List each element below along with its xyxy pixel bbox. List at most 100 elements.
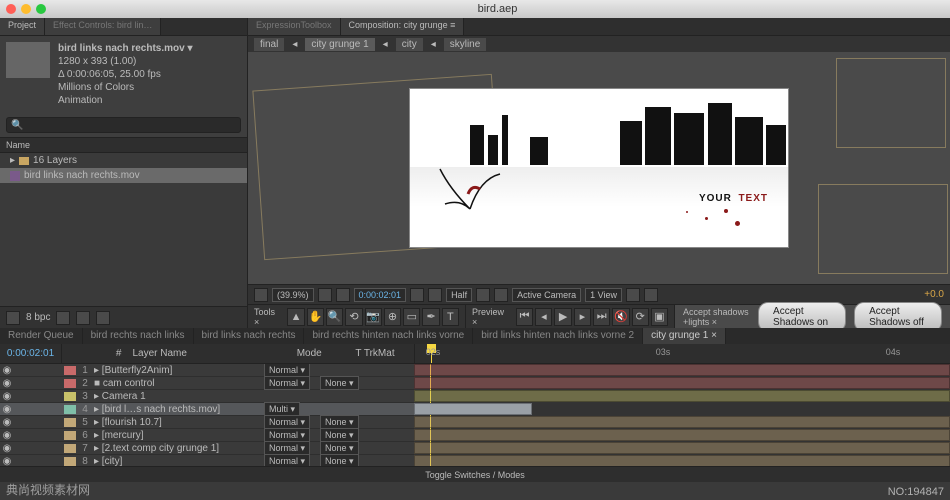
- delete-button[interactable]: [96, 311, 110, 325]
- new-folder-button[interactable]: [76, 311, 90, 325]
- accept-shadows-off-button[interactable]: Accept Shadows off: [854, 302, 942, 332]
- new-comp-button[interactable]: [56, 311, 70, 325]
- label-color[interactable]: [64, 405, 76, 414]
- trkmat-dropdown[interactable]: None ▾: [320, 454, 359, 467]
- layer-name[interactable]: ▸ [bird l…s nach rechts.mov]: [92, 404, 264, 415]
- visibility-toggle[interactable]: ◉: [0, 404, 14, 415]
- tab-expression-toolbox[interactable]: ExpressionToolbox: [248, 18, 341, 35]
- layer-duration-bar[interactable]: [414, 403, 532, 415]
- visibility-toggle[interactable]: ◉: [0, 365, 14, 376]
- interpret-footage-button[interactable]: [6, 311, 20, 325]
- pen-tool[interactable]: ✒: [422, 308, 439, 326]
- timeline-tab[interactable]: bird links hinten nach links vorne 2: [473, 328, 643, 344]
- project-column-header[interactable]: Name: [0, 137, 247, 153]
- zoom-tool[interactable]: 🔍: [326, 308, 343, 326]
- layer-duration-bar[interactable]: [414, 442, 950, 454]
- time-ruler[interactable]: 02s03s04s: [414, 344, 950, 363]
- tab-effect-controls[interactable]: Effect Controls: bird lin…: [45, 18, 161, 35]
- label-color[interactable]: [64, 418, 76, 427]
- current-time[interactable]: 0:00:02:01: [354, 288, 407, 302]
- tab-composition[interactable]: Composition: city grunge ≡: [341, 18, 465, 35]
- blend-mode-dropdown[interactable]: Normal ▾: [264, 454, 310, 467]
- layer-name[interactable]: ▸ [Butterfly2Anim]: [92, 365, 264, 376]
- timeline-layer-row[interactable]: ◉3▸ Camera 1: [0, 390, 414, 403]
- breadcrumb-item[interactable]: city: [396, 38, 423, 51]
- selection-tool[interactable]: ▲: [287, 308, 304, 326]
- ram-preview-button[interactable]: ▣: [651, 308, 668, 326]
- rotation-tool[interactable]: ⟲: [345, 308, 362, 326]
- visibility-toggle[interactable]: ◉: [0, 456, 14, 467]
- trkmat-dropdown[interactable]: None ▾: [320, 376, 359, 390]
- visibility-toggle[interactable]: ◉: [0, 417, 14, 428]
- breadcrumb-item[interactable]: skyline: [444, 38, 487, 51]
- exposure-value[interactable]: +0.0: [924, 289, 944, 300]
- blend-mode-dropdown[interactable]: Normal ▾: [264, 415, 310, 429]
- project-folder-row[interactable]: ▸ 16 Layers: [0, 153, 247, 168]
- blend-mode-dropdown[interactable]: Normal ▾: [264, 441, 310, 455]
- safe-zones-button[interactable]: [318, 288, 332, 302]
- breadcrumb-item[interactable]: city grunge 1: [305, 38, 374, 51]
- layer-duration-bar[interactable]: [414, 429, 950, 441]
- label-color[interactable]: [64, 444, 76, 453]
- visibility-toggle[interactable]: ◉: [0, 430, 14, 441]
- timeline-layer-row[interactable]: ◉2■ cam controlNormal ▾None ▾: [0, 377, 414, 390]
- prev-frame-button[interactable]: ◂: [535, 308, 552, 326]
- visibility-toggle[interactable]: ◉: [0, 391, 14, 402]
- camera-dropdown[interactable]: Active Camera: [512, 288, 581, 302]
- col-trkmat[interactable]: T TrkMat: [355, 348, 414, 359]
- last-frame-button[interactable]: ⏭: [593, 308, 610, 326]
- label-color[interactable]: [64, 431, 76, 440]
- mute-button[interactable]: 🔇: [612, 308, 629, 326]
- layer-duration-bar[interactable]: [414, 377, 950, 389]
- layer-name[interactable]: ▸ [mercury]: [92, 430, 264, 441]
- trkmat-dropdown[interactable]: None ▾: [320, 428, 359, 442]
- timeline-layer-row[interactable]: ◉8▸ [city]Normal ▾None ▾: [0, 455, 414, 466]
- window-maximize-button[interactable]: [36, 4, 46, 14]
- timeline-tab[interactable]: Render Queue: [0, 328, 83, 344]
- layer-duration-bar[interactable]: [414, 416, 950, 428]
- timeline-track-area[interactable]: [414, 364, 950, 466]
- zoom-dropdown[interactable]: (39.9%): [272, 288, 314, 302]
- layer-name[interactable]: ▸ [flourish 10.7]: [92, 417, 264, 428]
- next-frame-button[interactable]: ▸: [574, 308, 591, 326]
- blend-mode-dropdown[interactable]: Normal ▾: [264, 428, 310, 442]
- timeline-tab[interactable]: bird rechts nach links: [83, 328, 194, 344]
- snapshot-button[interactable]: [410, 288, 424, 302]
- timeline-tab[interactable]: city grunge 1 ×: [643, 328, 726, 344]
- timeline-tab[interactable]: bird links nach rechts: [194, 328, 305, 344]
- project-search-input[interactable]: 🔍: [6, 117, 241, 133]
- channel-button[interactable]: [428, 288, 442, 302]
- blend-mode-dropdown[interactable]: Multi ▾: [264, 402, 300, 416]
- first-frame-button[interactable]: ⏮: [516, 308, 533, 326]
- loop-button[interactable]: ⟳: [632, 308, 649, 326]
- bpc-button[interactable]: 8 bpc: [26, 312, 50, 323]
- accept-shadows-on-button[interactable]: Accept Shadows on: [758, 302, 846, 332]
- layer-name[interactable]: ▸ [2.text comp city grunge 1]: [92, 443, 264, 454]
- breadcrumb-item[interactable]: final: [254, 38, 284, 51]
- toggle-switches-button[interactable]: Toggle Switches / Modes: [0, 466, 950, 482]
- text-tool[interactable]: T: [442, 308, 459, 326]
- resolution-dropdown[interactable]: Half: [446, 288, 472, 302]
- label-color[interactable]: [64, 366, 76, 375]
- col-layer-name[interactable]: Layer Name: [128, 348, 296, 359]
- tab-project[interactable]: Project: [0, 18, 45, 35]
- visibility-toggle[interactable]: ◉: [0, 443, 14, 454]
- layer-duration-bar[interactable]: [414, 455, 950, 466]
- pixel-aspect-button[interactable]: [626, 288, 640, 302]
- col-num[interactable]: #: [109, 348, 129, 359]
- label-color[interactable]: [64, 379, 76, 388]
- timeline-tab[interactable]: bird rechts hinten nach links vorne: [304, 328, 473, 344]
- label-color[interactable]: [64, 457, 76, 466]
- project-list[interactable]: ▸ 16 Layers bird links nach rechts.mov: [0, 153, 247, 306]
- visibility-toggle[interactable]: ◉: [0, 378, 14, 389]
- window-minimize-button[interactable]: [21, 4, 31, 14]
- layer-duration-bar[interactable]: [414, 364, 950, 376]
- mask-toggle-button[interactable]: [336, 288, 350, 302]
- timeline-timecode[interactable]: 0:00:02:01: [0, 344, 62, 363]
- roi-button[interactable]: [476, 288, 490, 302]
- layer-duration-bar[interactable]: [414, 390, 950, 402]
- layer-name[interactable]: ▸ [city]: [92, 456, 264, 467]
- trkmat-dropdown[interactable]: None ▾: [320, 415, 359, 429]
- layer-name[interactable]: ▸ Camera 1: [92, 391, 264, 402]
- label-color[interactable]: [64, 392, 76, 401]
